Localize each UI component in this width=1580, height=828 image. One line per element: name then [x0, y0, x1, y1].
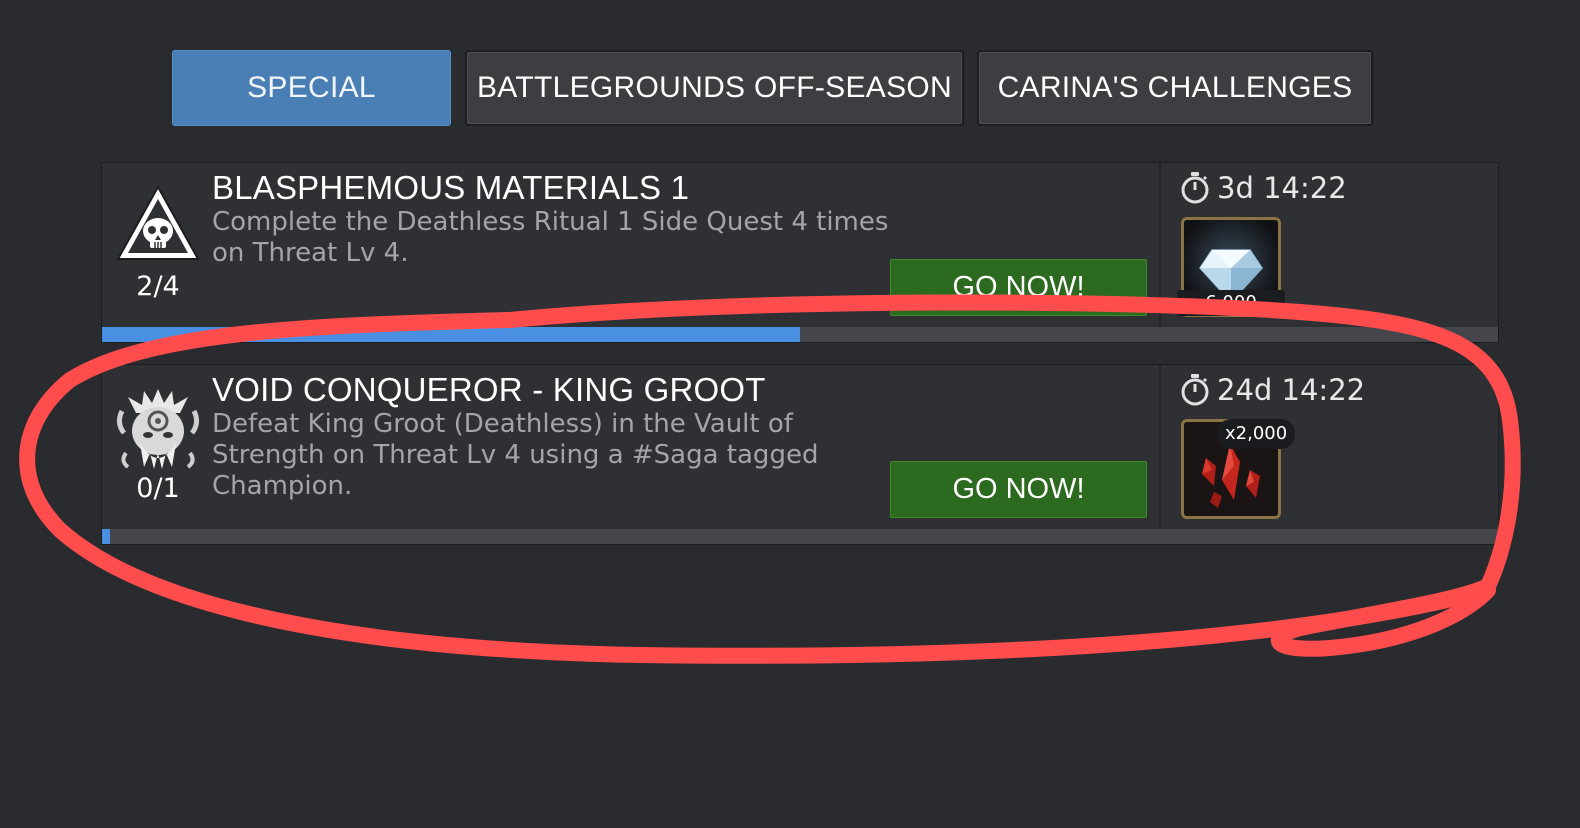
quest-description: Complete the Deathless Ritual 1 Side Que…: [212, 207, 889, 268]
tab-carinas-challenges[interactable]: CARINA'S CHALLENGES: [977, 50, 1373, 126]
quest-progress-fill: [102, 327, 800, 342]
quest-progress-count: 2/4: [136, 271, 180, 302]
quest-card: 2/4 BLASPHEMOUS MATERIALS 1 Complete the…: [101, 162, 1499, 343]
go-now-button[interactable]: GO NOW!: [890, 461, 1147, 518]
tab-special[interactable]: SPECIAL: [172, 50, 451, 126]
timer-text: 24d 14:22: [1217, 373, 1366, 407]
stopwatch-icon: [1181, 172, 1209, 204]
stopwatch-icon: [1181, 374, 1209, 406]
quest-progress-count: 0/1: [136, 473, 180, 504]
reward-column: 24d 14:22 x2,000: [1159, 365, 1498, 530]
tab-battlegrounds-off-season[interactable]: BATTLEGROUNDS OFF-SEASON: [465, 50, 964, 126]
quest-progress-bar: [102, 327, 1498, 342]
quest-title: BLASPHEMOUS MATERIALS 1: [212, 169, 690, 206]
go-now-button[interactable]: GO NOW!: [890, 259, 1147, 316]
quest-timer: 3d 14:22: [1179, 171, 1347, 205]
reward-count: 6,000: [1177, 290, 1285, 316]
reward-column: 3d 14:22 6,000: [1159, 163, 1498, 328]
skull-warning-icon: [114, 181, 202, 271]
reward-count: x2,000: [1217, 419, 1296, 449]
quest-card: 0/1 VOID CONQUEROR - KING GROOT Defeat K…: [101, 364, 1499, 545]
quest-description: Defeat King Groot (Deathless) in the Vau…: [212, 409, 819, 501]
timer-text: 3d 14:22: [1217, 171, 1347, 205]
quest-progress-bar: [102, 529, 1498, 544]
quest-progress-fill: [102, 529, 110, 544]
quest-title: VOID CONQUEROR - KING GROOT: [212, 371, 766, 408]
quest-timer: 24d 14:22: [1179, 373, 1365, 407]
king-groot-icon: [114, 383, 202, 473]
